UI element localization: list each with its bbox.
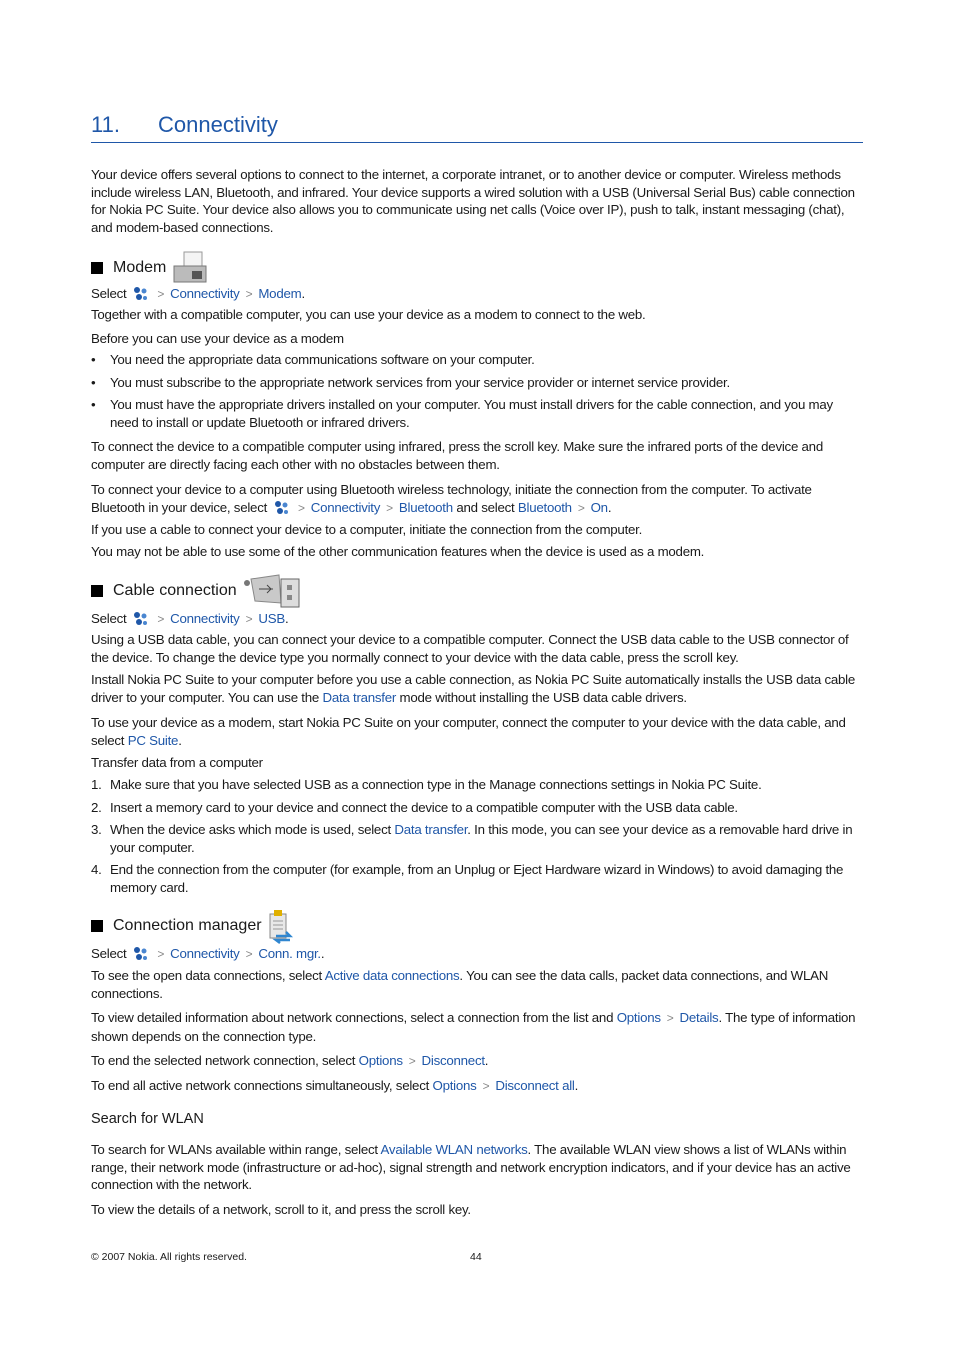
menu-icon[interactable] bbox=[274, 500, 289, 515]
list-item: • You must subscribe to the appropriate n… bbox=[91, 375, 730, 390]
usb-icon bbox=[243, 574, 300, 608]
connmgr-paragraph-4: To end all active network connections si… bbox=[91, 1078, 579, 1093]
heading-text: Modem bbox=[113, 259, 167, 276]
intro-paragraph: Your device offers several options to co… bbox=[91, 167, 855, 235]
menu-link-connectivity[interactable]: Connectivity bbox=[170, 611, 240, 626]
modem-note: You may not be able to use some of the o… bbox=[91, 544, 705, 559]
menu-link-conn-mgr[interactable]: Conn. mgr. bbox=[258, 946, 321, 961]
cable-paragraph-1: Using a USB data cable, you can connect … bbox=[91, 632, 849, 665]
menu-icon[interactable] bbox=[133, 286, 148, 301]
options-link[interactable]: Options bbox=[617, 1010, 661, 1025]
menu-link-bluetooth[interactable]: Bluetooth bbox=[399, 500, 453, 515]
connection-manager-icon bbox=[269, 910, 293, 944]
connmgr-paragraph-2: To view detailed information about netwo… bbox=[91, 1010, 856, 1044]
list-item: 2. Insert a memory card to your device an… bbox=[91, 800, 738, 815]
menu-link-connectivity[interactable]: Connectivity bbox=[170, 946, 240, 961]
list-item: • You need the appropriate data communica… bbox=[91, 352, 535, 367]
modem-description: Together with a compatible computer, you… bbox=[91, 307, 646, 322]
bluetooth-paragraph: To connect your device to a computer usi… bbox=[91, 482, 812, 515]
list-item: 1. Make sure that you have selected USB a… bbox=[91, 777, 762, 792]
connmgr-paragraph-1: To see the open data connections, select… bbox=[91, 968, 829, 1001]
infrared-paragraph: To connect the device to a compatible co… bbox=[91, 439, 823, 472]
menu-link-connectivity[interactable]: Connectivity bbox=[311, 500, 381, 515]
disconnect-all-link[interactable]: Disconnect all bbox=[495, 1078, 575, 1093]
transfer-subheading: Transfer data from a computer bbox=[91, 755, 263, 770]
available-wlan-networks-link[interactable]: Available WLAN networks bbox=[381, 1142, 528, 1157]
heading-text: Connection manager bbox=[113, 917, 262, 934]
menu-icon[interactable] bbox=[133, 611, 148, 626]
cable-note: If you use a cable to connect your devic… bbox=[91, 522, 643, 537]
cable-paragraph-2: Install Nokia PC Suite to your computer … bbox=[91, 672, 855, 705]
menu-link-usb[interactable]: USB bbox=[258, 611, 285, 626]
wlan-paragraph-1: To search for WLANs available within ran… bbox=[91, 1142, 851, 1192]
modem-subheading: Before you can use your device as a mode… bbox=[91, 331, 344, 346]
cable-paragraph-3: To use your device as a modem, start Nok… bbox=[91, 715, 846, 748]
chapter-number: 11. bbox=[91, 112, 120, 137]
list-item: 4. End the connection from the computer (… bbox=[91, 862, 844, 895]
modem-menu-path: Select > Connectivity > Modem. bbox=[91, 286, 305, 301]
section-heading-cable: Cable connection bbox=[91, 573, 863, 609]
list-item: • You must have the appropriate drivers i… bbox=[91, 397, 833, 430]
fax-modem-icon bbox=[173, 251, 207, 283]
menu-link-bluetooth-setting[interactable]: Bluetooth bbox=[518, 500, 572, 515]
cable-menu-path: Select > Connectivity > USB. bbox=[91, 611, 289, 626]
section-heading-connection-manager: Connection manager bbox=[91, 908, 863, 944]
footer-copyright: © 2007 Nokia. All rights reserved. bbox=[91, 1251, 247, 1263]
options-link[interactable]: Options bbox=[433, 1078, 477, 1093]
details-link[interactable]: Details bbox=[680, 1010, 719, 1025]
disconnect-link[interactable]: Disconnect bbox=[422, 1053, 486, 1068]
menu-link-connectivity[interactable]: Connectivity bbox=[170, 286, 240, 301]
square-bullet-icon bbox=[91, 920, 103, 932]
chapter-title: 11. Connectivity bbox=[91, 110, 863, 143]
options-link[interactable]: Options bbox=[359, 1053, 403, 1068]
section-heading-modem: Modem bbox=[91, 250, 863, 286]
wlan-paragraph-2: To view the details of a network, scroll… bbox=[91, 1202, 471, 1217]
page-number: 44 bbox=[470, 1251, 482, 1263]
menu-link-modem[interactable]: Modem bbox=[258, 286, 301, 301]
data-transfer-link[interactable]: Data transfer bbox=[322, 690, 396, 705]
wlan-heading: Search for WLAN bbox=[91, 1111, 204, 1127]
menu-icon[interactable] bbox=[133, 946, 148, 961]
connmgr-menu-path: Select > Connectivity > Conn. mgr.. bbox=[91, 946, 325, 961]
heading-text: Cable connection bbox=[113, 582, 237, 599]
data-transfer-link[interactable]: Data transfer bbox=[394, 822, 467, 837]
chapter-name: Connectivity bbox=[158, 112, 278, 137]
pc-suite-link[interactable]: PC Suite bbox=[128, 733, 179, 748]
menu-link-on[interactable]: On bbox=[591, 500, 609, 515]
square-bullet-icon bbox=[91, 262, 103, 274]
connmgr-paragraph-3: To end the selected network connection, … bbox=[91, 1053, 489, 1068]
active-data-connections-link[interactable]: Active data connections bbox=[325, 968, 460, 983]
list-item: 3. When the device asks which mode is use… bbox=[91, 822, 853, 855]
square-bullet-icon bbox=[91, 585, 103, 597]
